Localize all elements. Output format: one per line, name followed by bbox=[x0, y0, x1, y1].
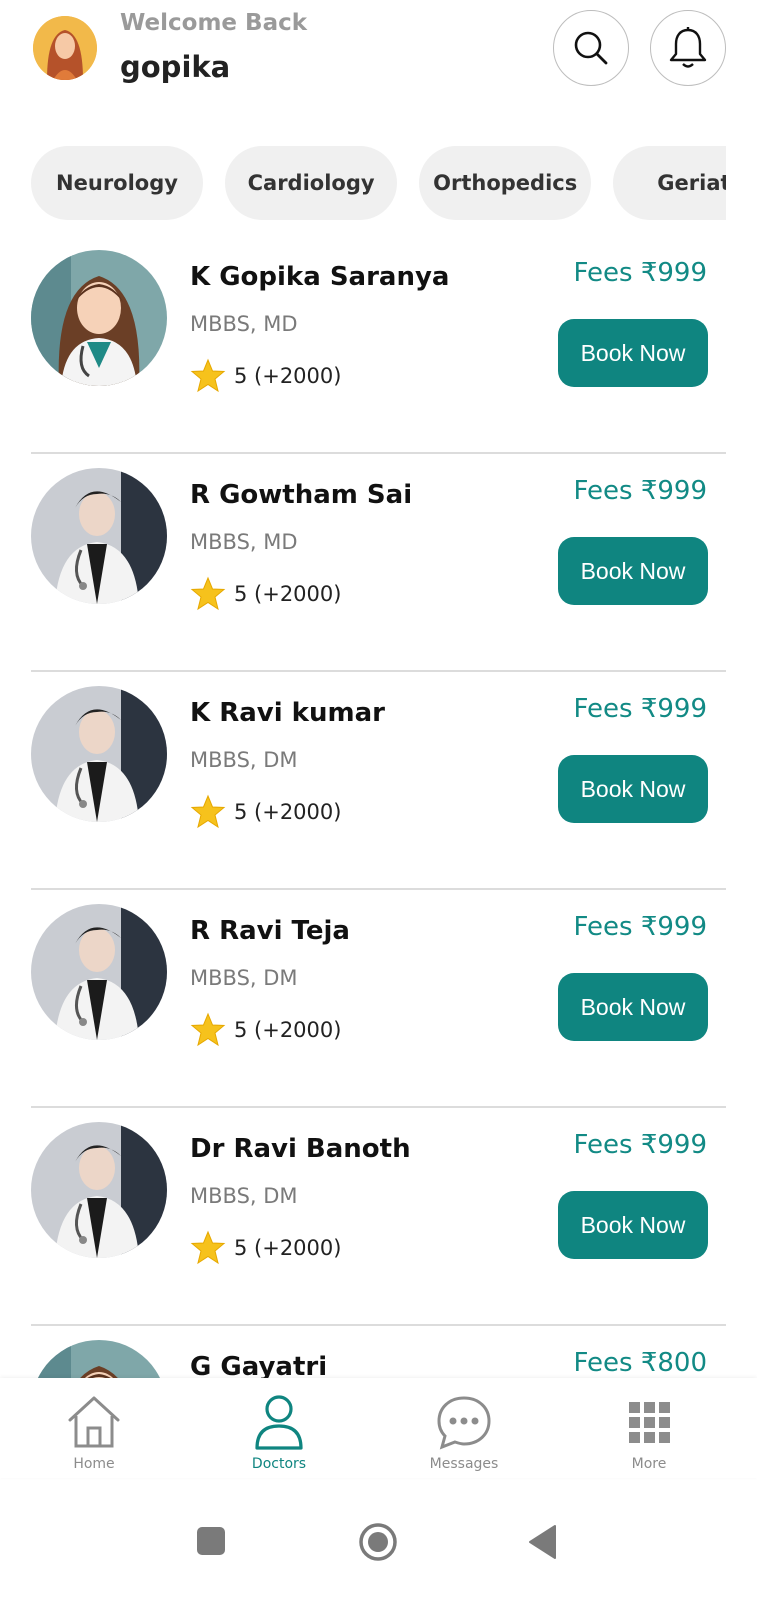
system-nav-bar bbox=[0, 1500, 757, 1600]
nav-doctors[interactable]: Doctors bbox=[219, 1378, 339, 1478]
user-avatar[interactable] bbox=[33, 16, 97, 80]
doctor-card[interactable]: Dr Ravi Banoth MBBS, DM 5 (+2000) Fees ₹999… bbox=[0, 1108, 757, 1326]
doctor-rating: 5 (+2000) bbox=[190, 358, 341, 394]
doctor-fees: Fees ₹999 bbox=[573, 476, 707, 506]
book-now-button[interactable]: Book Now bbox=[558, 1191, 708, 1259]
doctor-avatar bbox=[31, 904, 167, 1040]
header: Welcome Back gopika bbox=[0, 0, 757, 110]
doctor-name: G Gayatri bbox=[190, 1352, 328, 1378]
star-icon bbox=[190, 358, 226, 393]
doctor-degree: MBBS, MD bbox=[190, 530, 298, 554]
rating-text: 5 (+2000) bbox=[234, 582, 342, 606]
doctor-card[interactable]: G Gayatri Fees ₹800 bbox=[0, 1326, 757, 1378]
rating-text: 5 (+2000) bbox=[234, 800, 342, 824]
doctor-card[interactable]: R Gowtham Sai MBBS, MD 5 (+2000) Fees ₹999 B… bbox=[0, 454, 757, 672]
bottom-nav: Home Doctors Messages More bbox=[0, 1378, 757, 1478]
rating-text: 5 (+2000) bbox=[234, 1018, 342, 1042]
nav-home[interactable]: Home bbox=[34, 1378, 154, 1478]
rating-text: 5 (+2000) bbox=[234, 1236, 342, 1260]
person-icon bbox=[255, 1395, 303, 1450]
chip-cardiology[interactable]: Cardiology bbox=[225, 146, 398, 220]
doctor-avatar bbox=[31, 686, 167, 822]
rating-text: 5 (+2000) bbox=[234, 364, 342, 388]
doctor-card[interactable]: R Ravi Teja MBBS, DM 5 (+2000) Fees ₹999 Boo… bbox=[0, 890, 757, 1108]
nav-more-label: More bbox=[631, 1456, 667, 1472]
doctor-card[interactable]: K Gopika Saranya MBBS, MD 5 (+2000) Fees ₹9… bbox=[0, 236, 757, 454]
book-now-button[interactable]: Book Now bbox=[558, 755, 708, 823]
doctor-card[interactable]: K Ravi kumar MBBS, DM 5 (+2000) Fees ₹999 Bo… bbox=[0, 672, 757, 890]
username: gopika bbox=[120, 50, 231, 84]
star-icon bbox=[190, 1012, 226, 1047]
doctor-degree: MBBS, DM bbox=[190, 1184, 298, 1208]
doctor-fees: Fees ₹999 bbox=[573, 1130, 707, 1160]
doctor-fees: Fees ₹999 bbox=[573, 258, 707, 288]
nav-more[interactable]: More bbox=[589, 1378, 709, 1478]
doctor-avatar bbox=[31, 250, 167, 386]
grid-icon bbox=[629, 1402, 670, 1443]
doctor-rating: 5 (+2000) bbox=[190, 576, 341, 612]
star-icon bbox=[190, 794, 226, 829]
doctor-avatar bbox=[31, 1340, 167, 1378]
doctor-name: Dr Ravi Banoth bbox=[190, 1134, 411, 1164]
doctor-rating: 5 (+2000) bbox=[190, 794, 341, 830]
category-chips[interactable]: Neurology Cardiology Orthopedics Geriatr… bbox=[31, 146, 726, 220]
doctor-degree: MBBS, MD bbox=[190, 312, 298, 336]
doctor-name: R Gowtham Sai bbox=[190, 480, 413, 510]
welcome-text: Welcome Back bbox=[120, 10, 308, 36]
doctor-name: K Ravi kumar bbox=[190, 698, 385, 728]
nav-messages[interactable]: Messages bbox=[404, 1378, 524, 1478]
notifications-button[interactable] bbox=[650, 10, 726, 86]
doctor-rating: 5 (+2000) bbox=[190, 1012, 341, 1048]
doctor-list[interactable]: K Gopika Saranya MBBS, MD 5 (+2000) Fees ₹9… bbox=[0, 236, 757, 1378]
doctor-avatar bbox=[31, 468, 167, 604]
book-now-button[interactable]: Book Now bbox=[558, 973, 708, 1041]
star-icon bbox=[190, 576, 226, 611]
home-icon bbox=[68, 1396, 120, 1448]
doctor-name: K Gopika Saranya bbox=[190, 262, 450, 292]
app-screen: Welcome Back gopika Neurology Cardiology… bbox=[0, 0, 757, 1600]
doctor-degree: MBBS, DM bbox=[190, 748, 298, 772]
chip-geriatric[interactable]: Geriatric bbox=[613, 146, 726, 220]
chat-bubble-icon bbox=[437, 1396, 491, 1450]
book-now-button[interactable]: Book Now bbox=[558, 319, 708, 387]
doctor-rating: 5 (+2000) bbox=[190, 1230, 341, 1266]
doctor-fees: Fees ₹999 bbox=[573, 912, 707, 942]
book-now-button[interactable]: Book Now bbox=[558, 537, 708, 605]
chip-neurology[interactable]: Neurology bbox=[31, 146, 203, 220]
doctor-degree: MBBS, DM bbox=[190, 966, 298, 990]
search-button[interactable] bbox=[553, 10, 629, 86]
bell-icon bbox=[669, 27, 707, 68]
doctor-fees: Fees ₹999 bbox=[573, 694, 707, 724]
back-button[interactable] bbox=[528, 1524, 558, 1560]
nav-home-label: Home bbox=[73, 1456, 115, 1472]
doctor-fees: Fees ₹800 bbox=[573, 1348, 707, 1378]
doctor-name: R Ravi Teja bbox=[190, 916, 350, 946]
star-icon bbox=[190, 1230, 226, 1265]
nav-doctors-label: Doctors bbox=[251, 1456, 307, 1472]
search-icon bbox=[574, 31, 608, 65]
home-system-button[interactable] bbox=[358, 1522, 398, 1562]
chip-orthopedics[interactable]: Orthopedics bbox=[419, 146, 592, 220]
doctor-avatar bbox=[31, 1122, 167, 1258]
nav-messages-label: Messages bbox=[429, 1456, 499, 1472]
recents-button[interactable] bbox=[196, 1526, 226, 1556]
